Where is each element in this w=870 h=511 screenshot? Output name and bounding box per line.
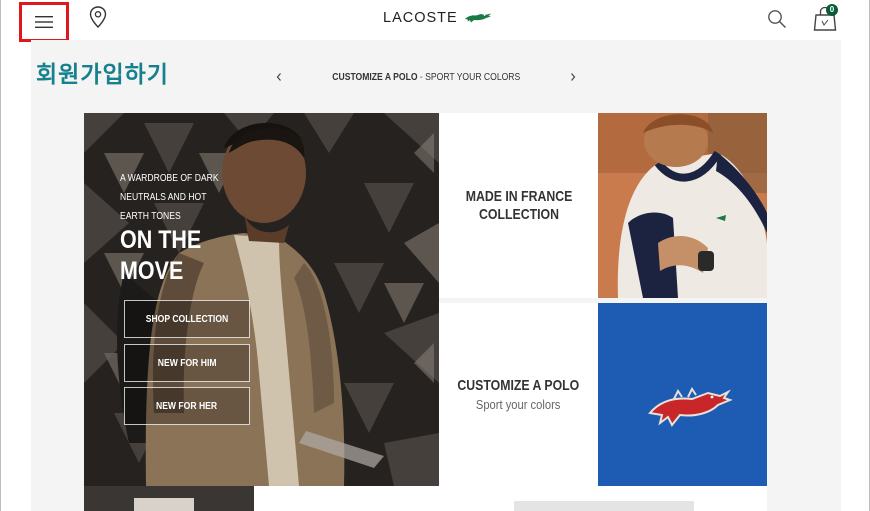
customize-polo-heading: CUSTOMIZE A POLO xyxy=(457,377,580,394)
crocodile-patch-icon xyxy=(598,303,767,486)
next-row-preview xyxy=(84,486,767,511)
site-header: LACOSTE 0 xyxy=(1,0,869,42)
lacoste-logo[interactable]: LACOSTE xyxy=(383,8,492,28)
browser-frame: LACOSTE 0 회원가입하기 CUSTOMIZE A POLO - SPOR… xyxy=(0,0,870,511)
promo-text[interactable]: CUSTOMIZE A POLO - SPORT YOUR COLORS xyxy=(332,72,520,83)
made-in-france-image[interactable] xyxy=(598,113,767,298)
hero-tagline: A WARDROBE OF DARK NEUTRALS AND HOT EART… xyxy=(120,173,219,222)
search-icon xyxy=(768,10,787,29)
hamburger-menu-button[interactable] xyxy=(19,2,69,42)
map-pin-icon xyxy=(89,6,107,28)
made-in-france-heading: MADE IN FRANCE COLLECTION xyxy=(465,187,572,223)
promo-rest-text: SPORT YOUR COLORS xyxy=(424,71,520,83)
next-row-image xyxy=(84,486,767,511)
promo-bold-text: CUSTOMIZE A POLO xyxy=(332,71,418,83)
chevron-right-icon xyxy=(571,73,576,81)
shopping-bag-button[interactable]: 0 xyxy=(813,4,839,32)
store-locator-button[interactable] xyxy=(87,5,109,31)
made-in-france-tile[interactable]: MADE IN FRANCE COLLECTION xyxy=(439,113,598,298)
promo-separator: - xyxy=(417,71,425,83)
cart-count-badge: 0 xyxy=(826,4,838,16)
customize-polo-subheading: Sport your colors xyxy=(476,397,561,412)
promo-prev-button[interactable] xyxy=(271,69,287,85)
new-for-him-button[interactable]: NEW FOR HIM xyxy=(124,344,250,382)
new-for-her-label: NEW FOR HER xyxy=(156,400,218,412)
new-for-him-label: NEW FOR HIM xyxy=(157,357,217,369)
hero-title: ON THE MOVE xyxy=(120,226,202,285)
chevron-left-icon xyxy=(276,73,281,81)
shop-collection-label: SHOP COLLECTION xyxy=(145,313,229,325)
customize-polo-image[interactable] xyxy=(598,303,767,486)
hamburger-menu-icon xyxy=(35,16,53,28)
shop-collection-button[interactable]: SHOP COLLECTION xyxy=(124,300,250,338)
sweater-model-image xyxy=(598,113,767,298)
promo-next-button[interactable] xyxy=(565,69,581,85)
hero-banner[interactable]: A WARDROBE OF DARK NEUTRALS AND HOT EART… xyxy=(84,113,439,486)
new-for-her-button[interactable]: NEW FOR HER xyxy=(124,387,250,425)
customize-polo-tile[interactable]: CUSTOMIZE A POLO Sport your colors xyxy=(439,303,598,486)
signup-link[interactable]: 회원가입하기 xyxy=(36,55,169,89)
crocodile-logo-icon xyxy=(464,13,491,23)
logo-wordmark: LACOSTE xyxy=(383,10,458,26)
search-button[interactable] xyxy=(766,8,788,30)
promo-banner: CUSTOMIZE A POLO - SPORT YOUR COLORS xyxy=(271,68,581,86)
